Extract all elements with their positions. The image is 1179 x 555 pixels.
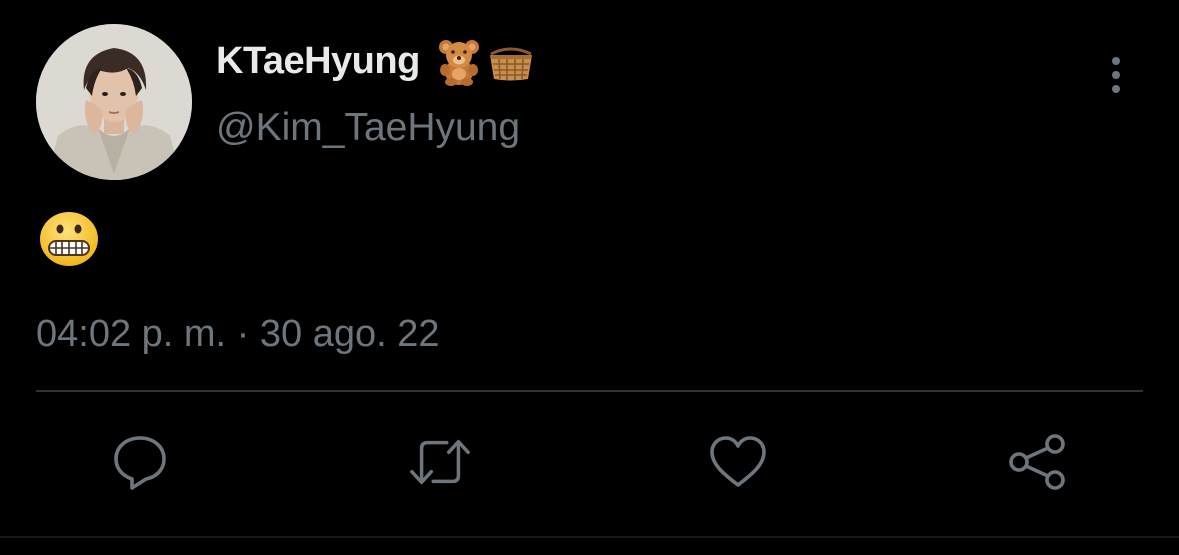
name-emojis: [437, 36, 535, 88]
tweet-timestamp[interactable]: 04:02 p. m. · 30 ago. 22: [36, 310, 440, 358]
more-options-button[interactable]: [1096, 52, 1136, 98]
user-handle[interactable]: @Kim_TaeHyung: [216, 104, 520, 152]
avatar[interactable]: [36, 24, 192, 180]
divider: [36, 390, 1143, 392]
avatar-photo: [36, 24, 192, 180]
display-name[interactable]: KTaeHyung: [216, 38, 420, 84]
tweet-detail: KTaeHyung @Kim_TaeHyung 04:02 p. m. · 30…: [0, 0, 1179, 555]
heart-icon: [710, 436, 766, 487]
like-button[interactable]: [706, 430, 770, 494]
grimacing-face-icon: [40, 212, 98, 266]
retweet-icon: [410, 439, 470, 485]
retweet-button[interactable]: [408, 430, 472, 494]
share-button[interactable]: [1006, 430, 1070, 494]
share-icon: [1009, 434, 1065, 490]
bottom-divider: [0, 536, 1179, 538]
tweet-text: [38, 210, 102, 268]
basket-icon: [490, 47, 532, 81]
more-vertical-icon: [1112, 57, 1120, 93]
reply-icon: [114, 436, 166, 490]
reply-button[interactable]: [108, 430, 172, 494]
teddy-bear-icon: [439, 40, 479, 86]
